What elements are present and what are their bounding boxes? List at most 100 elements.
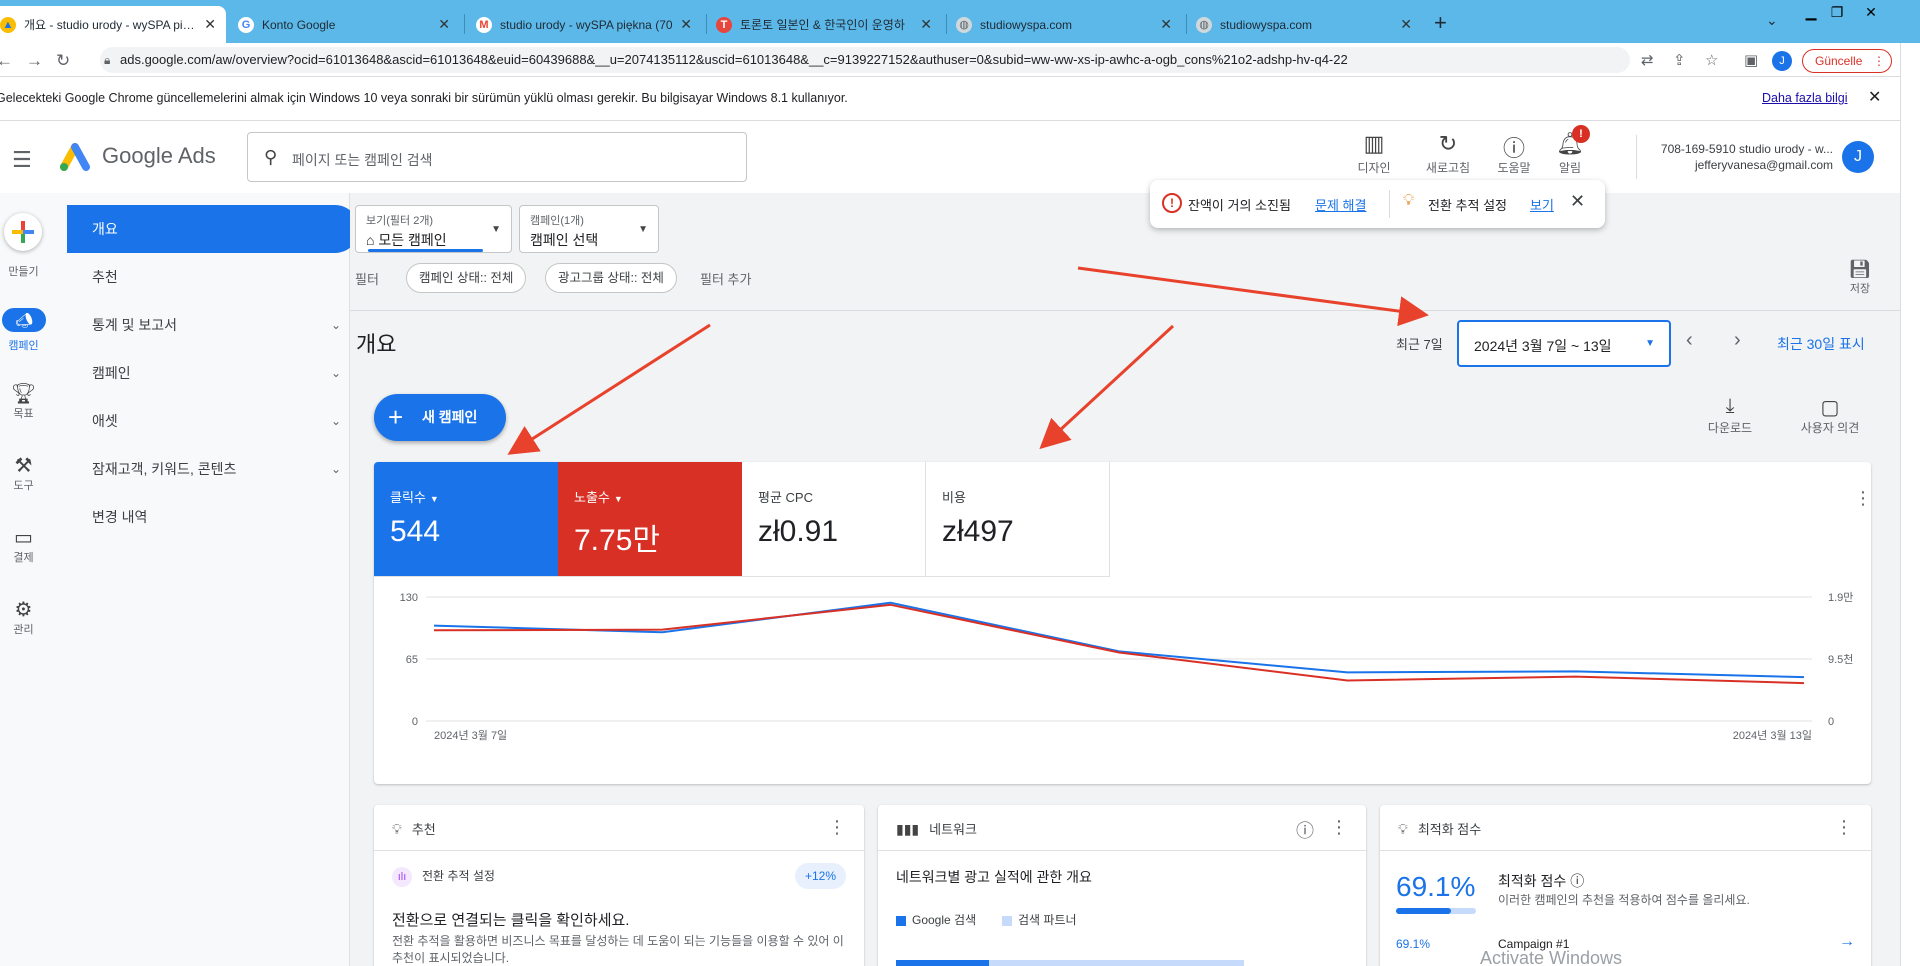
nav-item-recommendations[interactable]: 추천 bbox=[67, 253, 359, 301]
active-underline bbox=[368, 249, 483, 252]
close-icon[interactable]: ✕ bbox=[920, 16, 932, 33]
close-icon[interactable]: ✕ bbox=[1400, 16, 1412, 33]
rail-goals[interactable]: 🏆︎ 목표 bbox=[0, 381, 47, 421]
account-switcher[interactable]: 708-169-5910 studio urody - w... jeffery… bbox=[1640, 141, 1833, 173]
share-icon[interactable]: ⇪ bbox=[1673, 51, 1686, 69]
close-icon[interactable]: ✕ bbox=[1868, 78, 1881, 118]
close-icon[interactable]: ✕ bbox=[1570, 191, 1585, 212]
rail-billing[interactable]: ▭ 결제 bbox=[0, 525, 47, 565]
legend-search-partners[interactable]: 검색 파트너 bbox=[1002, 911, 1077, 928]
nav-item-overview[interactable]: 개요 bbox=[67, 205, 359, 253]
url-field[interactable]: 🔒︎ ads.google.com/aw/overview?ocid=61013… bbox=[100, 47, 1630, 73]
feedback-icon: ▢ bbox=[1820, 397, 1840, 419]
campaign-select[interactable]: 캠페인(1개) 캠페인 선택 ▼ bbox=[519, 205, 659, 253]
nav-item-assets[interactable]: 애셋 ⌄ bbox=[67, 397, 359, 445]
save-icon: 💾︎ bbox=[1848, 259, 1872, 279]
dropdown-caret-icon: ▼ bbox=[491, 224, 501, 235]
new-campaign-button[interactable]: + 새 캠페인 bbox=[374, 394, 506, 441]
metric-value: 544 bbox=[390, 515, 441, 548]
dropdown-caret-icon: ▼ bbox=[638, 224, 648, 235]
back-arrow-icon[interactable]: ← bbox=[0, 51, 13, 71]
close-icon[interactable]: ✕ bbox=[438, 16, 450, 33]
help-icon[interactable]: ⓘ bbox=[1570, 873, 1584, 889]
learn-more-link[interactable]: Daha fazla bilgi bbox=[1762, 78, 1847, 118]
adgroup-status-chip[interactable]: 광고그룹 상태:: 전체 bbox=[545, 263, 677, 293]
tab-konto-google[interactable]: G Konto Google ✕ bbox=[228, 6, 460, 43]
save-button[interactable]: 💾︎ 저장 bbox=[1840, 259, 1880, 296]
bookmark-star-icon[interactable]: ☆ bbox=[1705, 51, 1718, 69]
more-vert-icon[interactable]: ⋮ bbox=[1835, 817, 1853, 838]
view-filter-select[interactable]: 보기(필터 2개) ⌂ 모든 캠페인 ▼ bbox=[355, 205, 512, 253]
network-bar-google bbox=[896, 960, 989, 966]
nav-item-change-history[interactable]: 변경 내역 bbox=[67, 493, 359, 541]
chevron-right-icon[interactable]: › bbox=[1734, 329, 1741, 352]
campaign-status-chip[interactable]: 캠페인 상태:: 전체 bbox=[406, 263, 527, 293]
metric-cost[interactable]: 비용 zł497 bbox=[926, 462, 1110, 577]
appearance-button[interactable]: ▥ 디자인 bbox=[1344, 131, 1404, 176]
metric-avg-cpc[interactable]: 평균 CPC zł0.91 bbox=[742, 462, 926, 577]
update-button[interactable]: Güncelle ⋮ bbox=[1802, 49, 1892, 73]
more-vert-icon[interactable]: ⋮ bbox=[828, 817, 846, 838]
date-range-picker[interactable]: 2024년 3월 7일 ~ 13일 ▼ bbox=[1457, 320, 1671, 367]
create-button[interactable] bbox=[4, 213, 42, 251]
tab-studiowyspa-2[interactable]: ◍ studiowyspa.com ✕ bbox=[1186, 6, 1422, 43]
new-tab-button[interactable]: + bbox=[1434, 10, 1447, 36]
trophy-icon: 🏆︎ bbox=[10, 383, 37, 405]
notifications-button[interactable]: 🔔︎ 알림 bbox=[1540, 131, 1600, 176]
plus-icon: + bbox=[388, 402, 404, 432]
forward-arrow-icon[interactable]: → bbox=[26, 51, 43, 71]
tab-studiowyspa-1[interactable]: ◍ studiowyspa.com ✕ bbox=[946, 6, 1182, 43]
divider bbox=[374, 850, 864, 851]
notification-badge: ! bbox=[1572, 125, 1590, 143]
add-filter-button[interactable]: 필터 추가 bbox=[700, 269, 751, 288]
refresh-button[interactable]: ↻ 새로고침 bbox=[1418, 131, 1478, 176]
fix-issue-link[interactable]: 문제 해결 bbox=[1315, 195, 1366, 214]
feedback-button[interactable]: ▢ 사용자 의견 bbox=[1790, 395, 1870, 436]
show-last-30-days-link[interactable]: 최근 30일 표시 bbox=[1777, 334, 1865, 354]
translate-icon[interactable]: ⇄ bbox=[1641, 51, 1654, 69]
help-button[interactable]: ⓘ 도움말 bbox=[1484, 131, 1544, 176]
menu-icon[interactable]: ☰ bbox=[12, 147, 32, 173]
account-avatar[interactable]: J bbox=[1842, 141, 1874, 173]
download-button[interactable]: ⤓ 다운로드 bbox=[1700, 395, 1760, 436]
close-icon[interactable]: ✕ bbox=[1160, 16, 1172, 33]
help-icon[interactable]: ⓘ bbox=[1296, 817, 1314, 843]
minimize-icon[interactable]: ▁ bbox=[1800, 4, 1822, 24]
site-favicon-icon: T bbox=[716, 16, 732, 33]
globe-icon: ◍ bbox=[1196, 16, 1212, 33]
megaphone-icon[interactable]: 📣︎ bbox=[2, 308, 46, 332]
window-close-icon[interactable]: ✕ bbox=[1860, 4, 1882, 24]
dropdown-caret-icon: ▼ bbox=[613, 494, 623, 504]
profile-avatar[interactable]: J bbox=[1772, 51, 1792, 71]
metric-clicks[interactable]: 클릭수 ▼ 544 bbox=[374, 462, 558, 577]
tab-ads-overview[interactable]: ▲ 개요 - studio urody - wySPA piękna ✕ bbox=[0, 6, 226, 43]
uplift-badge: +12% bbox=[794, 863, 846, 889]
more-vert-icon[interactable]: ⋮ bbox=[1854, 488, 1871, 509]
nav-item-insights-reports[interactable]: 통계 및 보고서 ⌄ bbox=[67, 301, 359, 349]
rail-create[interactable]: 만들기 bbox=[0, 263, 47, 279]
search-input[interactable]: ⚲ 페이지 또는 캠페인 검색 bbox=[247, 132, 747, 182]
tab-search-chevron-icon[interactable]: ⌄ bbox=[1766, 12, 1778, 29]
rail-admin[interactable]: ⚙ 관리 bbox=[0, 597, 47, 637]
arrow-right-icon[interactable]: → bbox=[1839, 933, 1855, 951]
tab-gmail[interactable]: M studio urody - wySPA piękna (70 ✕ bbox=[466, 6, 702, 43]
legend-google-search[interactable]: Google 검색 bbox=[896, 911, 976, 928]
restore-icon[interactable]: ❐ bbox=[1826, 4, 1848, 24]
nav-item-audiences[interactable]: 잠재고객, 키워드, 콘텐츠 ⌄ bbox=[67, 445, 359, 493]
chevron-left-icon[interactable]: ‹ bbox=[1686, 329, 1693, 352]
rail-tools[interactable]: ⚒ 도구 bbox=[0, 453, 47, 493]
rail-campaigns[interactable]: 캠페인 bbox=[0, 337, 47, 353]
nav-item-campaigns[interactable]: 캠페인 ⌄ bbox=[67, 349, 359, 397]
view-link[interactable]: 보기 bbox=[1530, 195, 1554, 214]
close-icon[interactable]: ✕ bbox=[680, 16, 692, 33]
tab-toronto[interactable]: T 토론토 일본인 & 한국인이 운영하 ✕ bbox=[706, 6, 942, 43]
more-vert-icon[interactable]: ⋮ bbox=[1330, 817, 1348, 838]
reload-icon[interactable]: ↻ bbox=[56, 51, 70, 71]
chevron-down-icon: ⌄ bbox=[330, 414, 341, 428]
metric-value: zł0.91 bbox=[758, 515, 839, 548]
close-icon[interactable]: ✕ bbox=[204, 16, 216, 33]
side-panel-icon[interactable]: ▣ bbox=[1744, 51, 1758, 69]
metric-impressions[interactable]: 노출수 ▼ 7.75만 bbox=[558, 462, 742, 577]
optimization-score-bar bbox=[1396, 908, 1476, 914]
google-ads-favicon-icon: ▲ bbox=[0, 16, 16, 33]
